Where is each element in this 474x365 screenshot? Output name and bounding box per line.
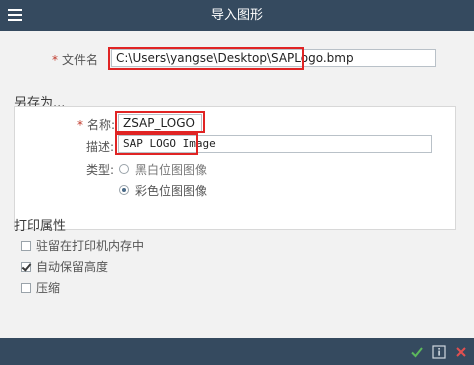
radio-bw[interactable] bbox=[119, 164, 129, 174]
desc-label: 描述: bbox=[86, 140, 115, 154]
radio-bw-label: 黑白位图图像 bbox=[135, 163, 208, 177]
confirm-button[interactable] bbox=[409, 344, 425, 360]
desc-highlight-box bbox=[115, 133, 198, 155]
save-as-panel: * 名称: ZSAP_LOGO 描述: SAP LOGO Image 类型: 黑白… bbox=[14, 106, 456, 230]
title-bar: 导入图形 bbox=[0, 0, 474, 31]
info-button[interactable] bbox=[431, 344, 447, 360]
checkbox-keep-height[interactable] bbox=[21, 262, 31, 272]
name-highlight-box bbox=[115, 111, 205, 133]
name-label: * 名称: bbox=[77, 116, 115, 133]
checkbox-compress-label: 压缩 bbox=[36, 281, 61, 295]
print-panel: 驻留在打印机内存中 自动保留高度 压缩 bbox=[14, 231, 456, 301]
checkbox-printer-memory-label: 驻留在打印机内存中 bbox=[36, 239, 145, 253]
file-label-text: 文件名 bbox=[62, 53, 99, 67]
close-icon bbox=[456, 347, 466, 357]
dialog-body: * 文件名 C:\Users\yangse\Desktop\SAPLogo.bmp… bbox=[0, 31, 474, 338]
footer-bar bbox=[0, 338, 474, 365]
checkbox-keep-height-label: 自动保留高度 bbox=[36, 260, 109, 274]
info-icon bbox=[432, 345, 446, 359]
cancel-button[interactable] bbox=[453, 344, 469, 360]
required-asterisk: * bbox=[52, 53, 58, 67]
required-asterisk: * bbox=[77, 118, 83, 132]
checkbox-compress[interactable] bbox=[21, 283, 31, 293]
radio-color-label: 彩色位图图像 bbox=[135, 184, 208, 198]
radio-color[interactable] bbox=[119, 185, 129, 195]
checkbox-printer-memory[interactable] bbox=[21, 241, 31, 251]
file-highlight-box bbox=[108, 47, 304, 70]
name-label-text: 名称: bbox=[87, 118, 116, 132]
type-label: 类型: bbox=[86, 163, 115, 177]
window-title: 导入图形 bbox=[210, 8, 263, 23]
file-label: * 文件名 bbox=[52, 51, 98, 68]
checkmark-icon bbox=[411, 347, 423, 358]
